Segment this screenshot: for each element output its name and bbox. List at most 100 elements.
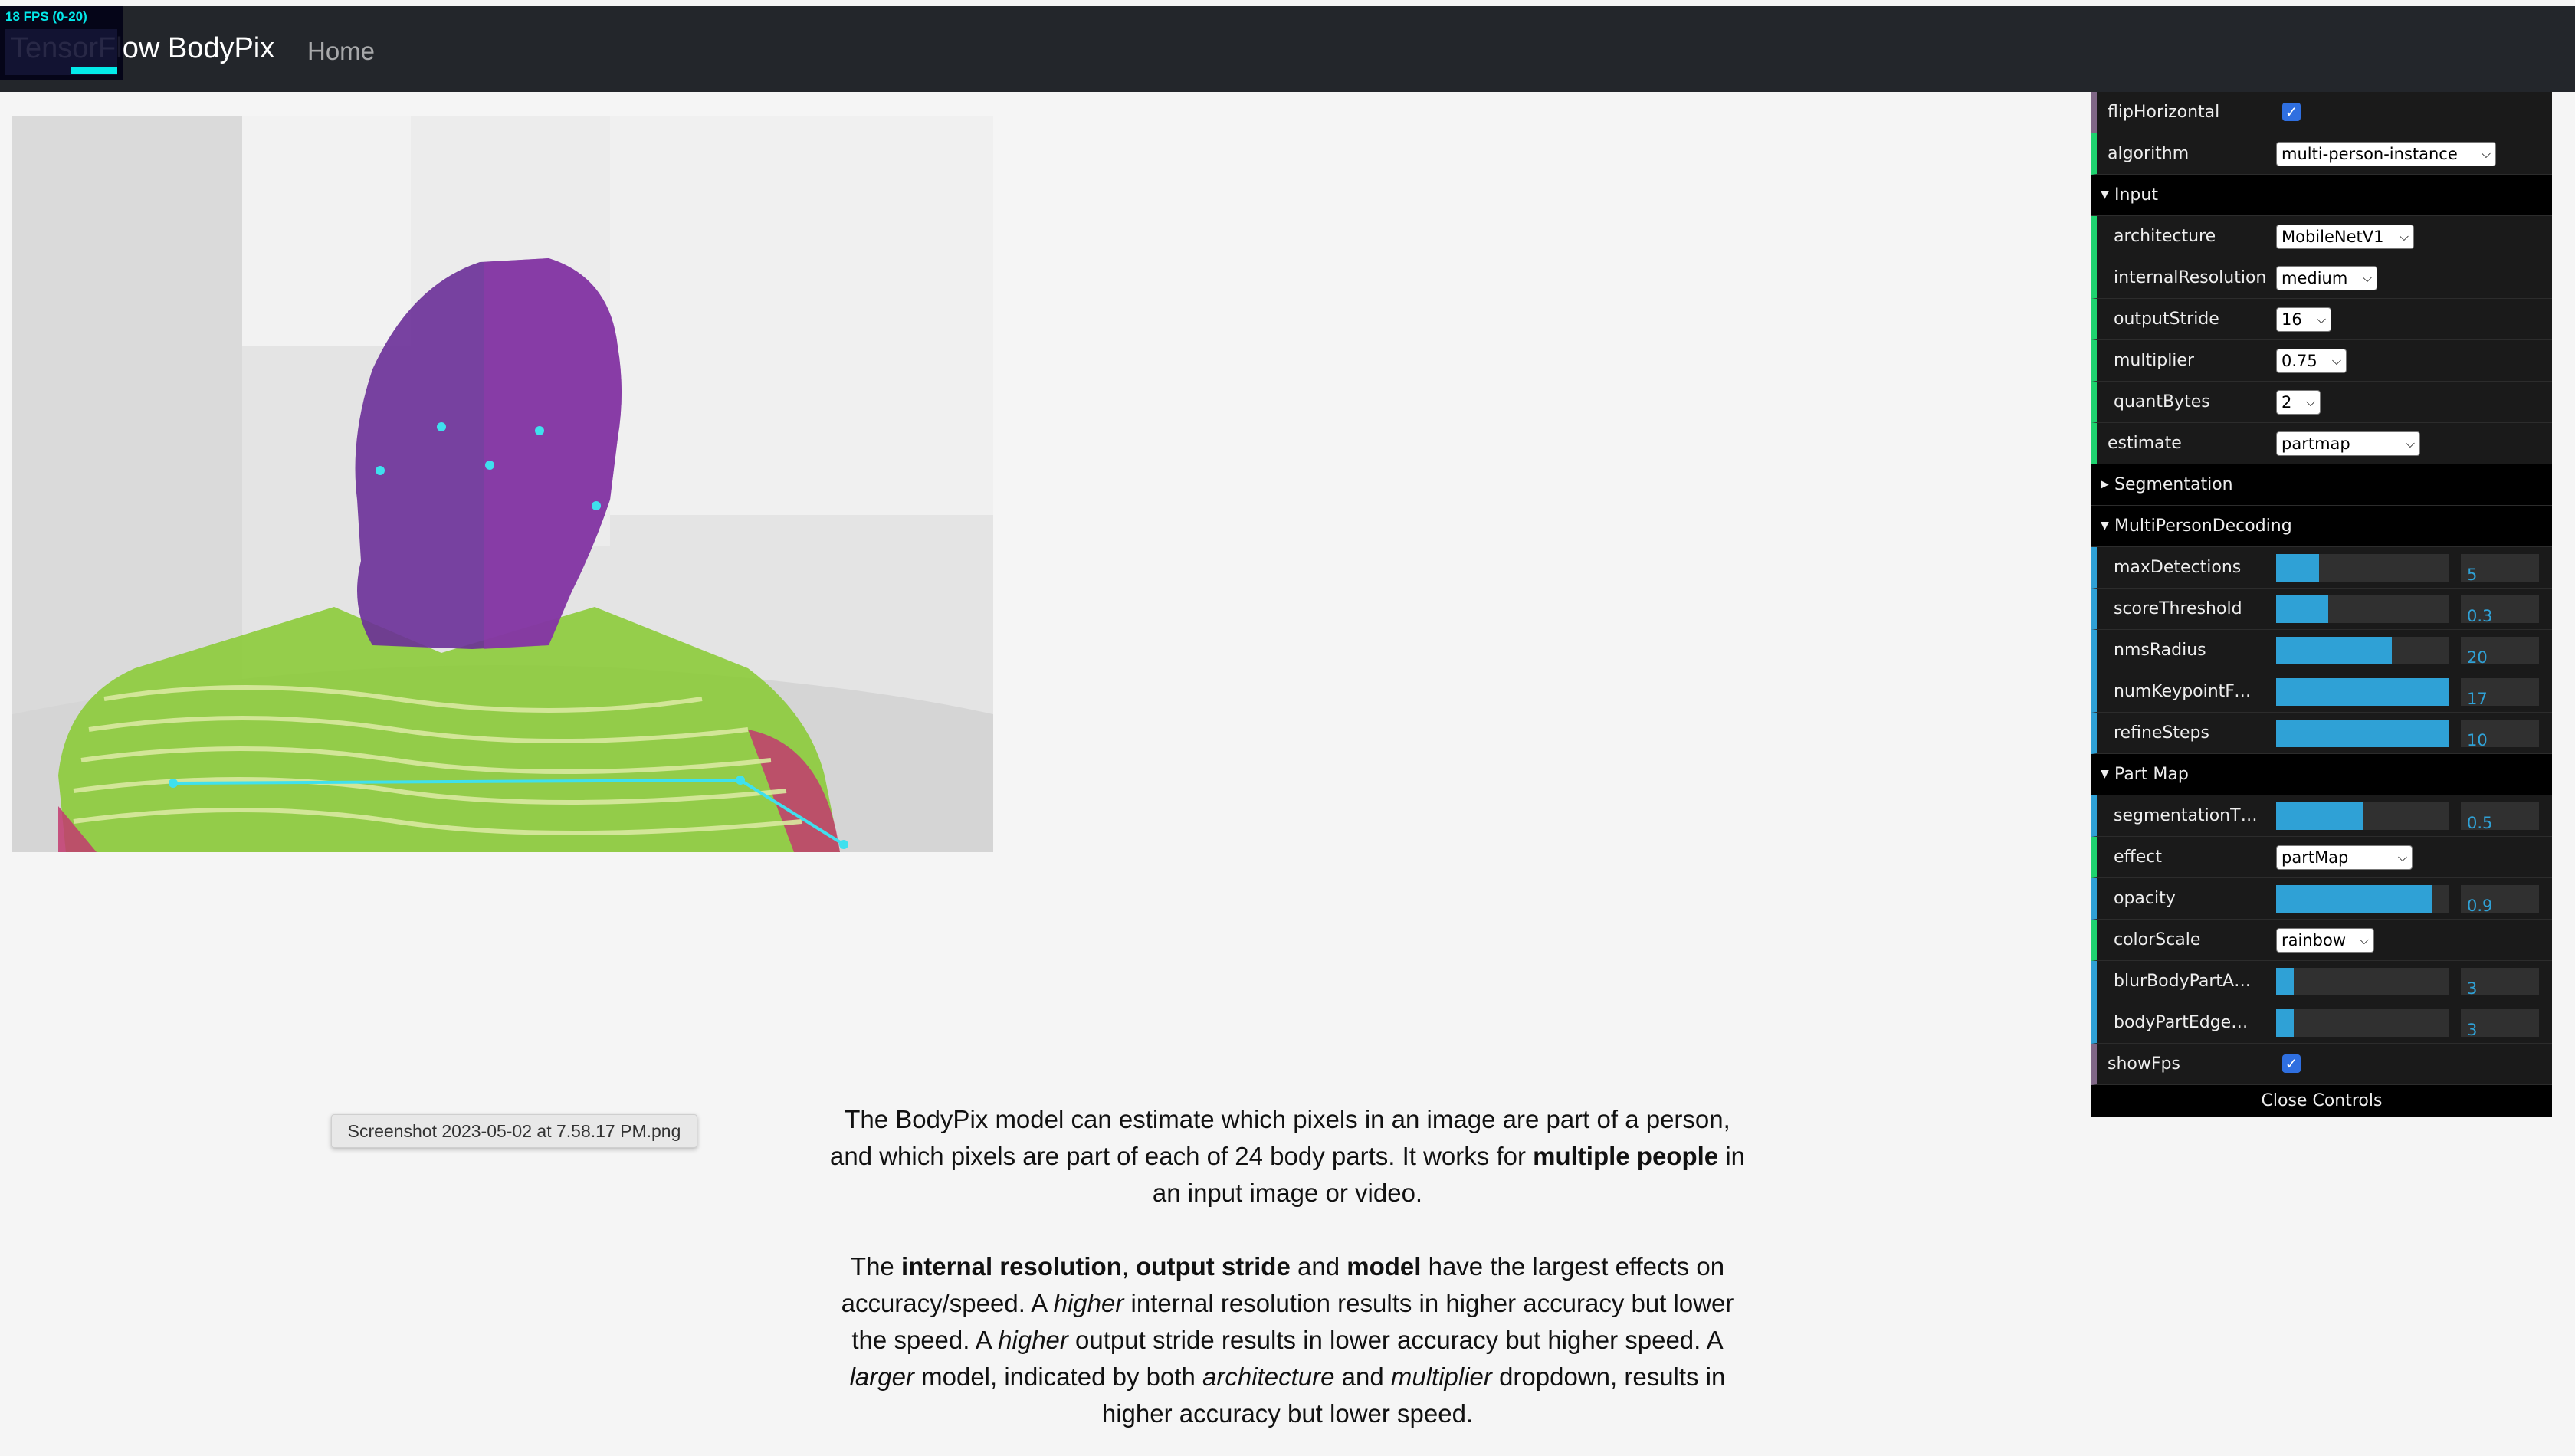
control-label: showFps — [2108, 1054, 2180, 1074]
blurBodyPartAmount-row[interactable]: blurBodyPartAmount 3 — [2091, 961, 2552, 1002]
folder-multipersondecoding[interactable]: ▼ MultiPersonDecoding — [2091, 506, 2552, 547]
opacity-row[interactable]: opacity 0.9 — [2091, 878, 2552, 920]
nav-home-link[interactable]: Home — [307, 37, 375, 66]
control-label: scoreThreshold — [2114, 599, 2242, 618]
control-label: numKeypointForMatching — [2114, 682, 2259, 701]
chevron-down-icon: ⌵ — [2359, 933, 2369, 947]
control-label: effect — [2114, 848, 2162, 867]
control-label: internalResolution — [2114, 268, 2267, 287]
fps-meter[interactable]: 18 FPS (0-20) — [0, 6, 123, 80]
control-label: segmentationThreshold — [2114, 806, 2259, 825]
internalResolution-row[interactable]: internalResolution medium ⌵ — [2091, 257, 2552, 299]
showFps-row[interactable]: showFps ✓ — [2091, 1044, 2552, 1085]
multiplier-row[interactable]: multiplier 0.75 ⌵ — [2091, 340, 2552, 382]
description-text-run: output stride results in lower accuracy … — [1068, 1326, 1724, 1354]
control-label: outputStride — [2114, 310, 2219, 329]
scoreThreshold-number-input[interactable]: 0.3 — [2461, 595, 2539, 623]
multiplier-select[interactable]: 0.75 ⌵ — [2276, 349, 2347, 373]
showFps-checkbox[interactable]: ✓ — [2282, 1054, 2301, 1073]
colorScale-select[interactable]: rainbow ⌵ — [2276, 928, 2374, 953]
algorithm-select[interactable]: multi-person-instance ⌵ — [2276, 142, 2496, 166]
numKeypointForMatching-slider[interactable] — [2276, 678, 2449, 706]
refineSteps-number-input[interactable]: 10 — [2461, 720, 2539, 747]
algorithm-row[interactable]: algorithm multi-person-instance ⌵ — [2091, 133, 2552, 175]
scoreThreshold-row[interactable]: scoreThreshold 0.3 — [2091, 589, 2552, 630]
bodyPartEdgeBlurAmount-row[interactable]: bodyPartEdgeBlurAmount 3 — [2091, 1002, 2552, 1044]
description-text-run: output stride — [1136, 1252, 1291, 1281]
description-text-run: larger — [849, 1363, 914, 1391]
control-label: nmsRadius — [2114, 641, 2206, 660]
file-tooltip: Screenshot 2023-05-02 at 7.58.17 PM.png — [331, 1114, 697, 1148]
description-text-run: internal resolution — [900, 1252, 1122, 1281]
control-label: flipHorizontal — [2108, 103, 2220, 122]
maxDetections-number-input[interactable]: 5 — [2461, 554, 2539, 582]
architecture-row[interactable]: architecture MobileNetV1 ⌵ — [2091, 216, 2552, 257]
description-text-run: , — [1121, 1252, 1137, 1281]
description-text-run: and — [1334, 1363, 1391, 1391]
segmentationThreshold-row[interactable]: segmentationThreshold 0.5 — [2091, 795, 2552, 837]
estimate-row[interactable]: estimate partmap ⌵ — [2091, 423, 2552, 464]
effect-select[interactable]: partMap ⌵ — [2276, 845, 2413, 870]
chevron-down-icon: ⌵ — [2397, 850, 2407, 864]
control-label: opacity — [2114, 889, 2176, 908]
architecture-select[interactable]: MobileNetV1 ⌵ — [2276, 225, 2414, 249]
refineSteps-row[interactable]: refineSteps 10 — [2091, 713, 2552, 754]
refineSteps-slider[interactable] — [2276, 720, 2449, 747]
description: The BodyPix model can estimate which pix… — [828, 1101, 1747, 1456]
numKeypointForMatching-number-input[interactable]: 17 — [2461, 678, 2539, 706]
outputStride-select[interactable]: 16 ⌵ — [2276, 307, 2331, 332]
nmsRadius-number-input[interactable]: 20 — [2461, 637, 2539, 664]
folder-label: Input — [2114, 185, 2158, 205]
nmsRadius-row[interactable]: nmsRadius 20 — [2091, 630, 2552, 671]
folder-segmentation[interactable]: ▶ Segmentation — [2091, 464, 2552, 506]
slider-fill — [2276, 595, 2328, 623]
slider-fill — [2276, 1009, 2294, 1037]
blurBodyPartAmount-number-input[interactable]: 3 — [2461, 968, 2539, 995]
description-text-run: multiple people — [1533, 1142, 1719, 1170]
flipHorizontal-checkbox[interactable]: ✓ — [2282, 103, 2301, 121]
webcam-output-canvas — [12, 116, 993, 852]
flipHorizontal-row[interactable]: flipHorizontal ✓ — [2091, 92, 2552, 133]
folder-label: MultiPersonDecoding — [2114, 516, 2292, 536]
segmentationThreshold-slider[interactable] — [2276, 802, 2449, 830]
chevron-down-icon: ⌵ — [2305, 395, 2315, 409]
opacity-slider[interactable] — [2276, 885, 2449, 913]
bodyPartEdgeBlurAmount-slider[interactable] — [2276, 1009, 2449, 1037]
control-label: bodyPartEdgeBlurAmount — [2114, 1013, 2259, 1032]
triangle-down-icon: ▼ — [2101, 768, 2109, 780]
control-label: colorScale — [2114, 930, 2201, 949]
effect-row[interactable]: effect partMap ⌵ — [2091, 837, 2552, 878]
estimate-select[interactable]: partmap ⌵ — [2276, 431, 2420, 456]
scoreThreshold-slider[interactable] — [2276, 595, 2449, 623]
control-label: architecture — [2114, 227, 2216, 246]
description-text-run: The — [850, 1252, 901, 1281]
slider-fill — [2276, 968, 2294, 995]
fps-text: 18 FPS (0-20) — [5, 9, 87, 24]
quantBytes-row[interactable]: quantBytes 2 ⌵ — [2091, 382, 2552, 423]
segmentationThreshold-number-input[interactable]: 0.5 — [2461, 802, 2539, 830]
fps-graph-bar — [71, 67, 117, 74]
maxDetections-slider[interactable] — [2276, 554, 2449, 582]
maxDetections-row[interactable]: maxDetections 5 — [2091, 547, 2552, 589]
folder-input[interactable]: ▼ Input — [2091, 175, 2552, 216]
internalResolution-select[interactable]: medium ⌵ — [2276, 266, 2377, 290]
numKeypointForMatching-row[interactable]: numKeypointForMatching 17 — [2091, 671, 2552, 713]
control-label: multiplier — [2114, 351, 2194, 370]
quantBytes-select[interactable]: 2 ⌵ — [2276, 390, 2321, 415]
nmsRadius-slider[interactable] — [2276, 637, 2449, 664]
folder-partmap[interactable]: ▼ Part Map — [2091, 754, 2552, 795]
close-controls-button[interactable]: Close Controls — [2091, 1085, 2552, 1117]
description-paragraph-2: The internal resolution, output stride a… — [828, 1248, 1747, 1432]
blurBodyPartAmount-slider[interactable] — [2276, 968, 2449, 995]
chevron-down-icon: ⌵ — [2399, 229, 2409, 244]
bodyPartEdgeBlurAmount-number-input[interactable]: 3 — [2461, 1009, 2539, 1037]
triangle-down-icon: ▼ — [2101, 520, 2109, 532]
control-label: blurBodyPartAmount — [2114, 972, 2259, 991]
colorScale-row[interactable]: colorScale rainbow ⌵ — [2091, 920, 2552, 961]
description-text-run: model — [1347, 1252, 1422, 1281]
outputStride-row[interactable]: outputStride 16 ⌵ — [2091, 299, 2552, 340]
control-label: algorithm — [2108, 144, 2190, 163]
slider-fill — [2276, 637, 2392, 664]
opacity-number-input[interactable]: 0.9 — [2461, 885, 2539, 913]
control-label: estimate — [2108, 434, 2182, 453]
